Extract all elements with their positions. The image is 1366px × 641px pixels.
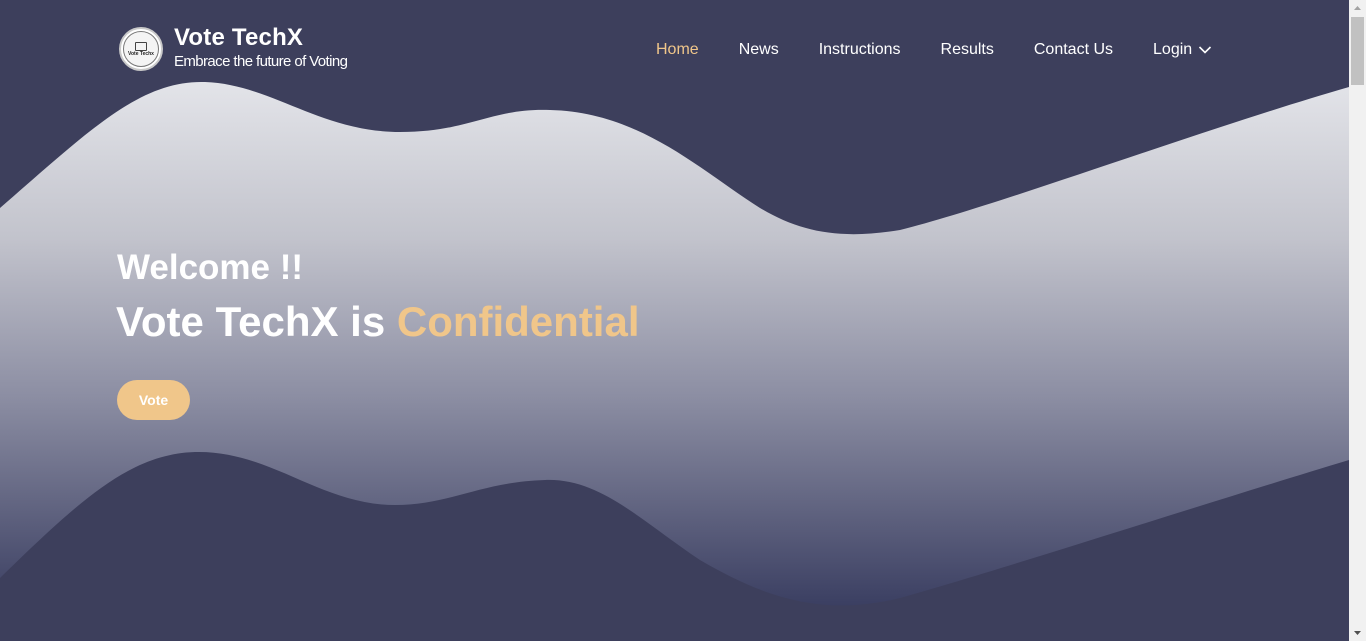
viewport: Vote Techx Vote TechX Embrace the future… [0,0,1349,641]
brand-text: Vote TechX Embrace the future of Voting [174,24,348,72]
scrollbar-thumb[interactable] [1351,17,1364,85]
scroll-down-arrow-icon[interactable] [1349,624,1366,641]
nav-contact-us[interactable]: Contact Us [1034,40,1113,60]
hero-title-accent: Confidential [396,298,640,345]
nav-login[interactable]: Login [1153,40,1212,60]
page: Vote Techx Vote TechX Embrace the future… [0,0,1366,641]
main-nav: Home News Instructions Results Contact U… [656,40,1212,60]
vote-button[interactable]: Vote [117,380,190,420]
nav-news[interactable]: News [739,40,779,60]
hero-welcome: Welcome !! [117,248,304,287]
logo-text: Vote Techx [128,50,154,57]
nav-results[interactable]: Results [941,40,994,60]
brand[interactable]: Vote Techx Vote TechX Embrace the future… [119,24,348,72]
logo[interactable]: Vote Techx [119,27,163,71]
vertical-scrollbar[interactable] [1349,0,1366,641]
brand-subtitle: Embrace the future of Voting [174,53,348,70]
hero-title: Vote TechX is Confidential [116,297,640,347]
ballot-box-icon [135,41,147,51]
hero-title-prefix: Vote TechX is [116,298,397,345]
nav-login-label: Login [1153,41,1193,58]
logo-badge: Vote Techx [123,31,159,67]
nav-home[interactable]: Home [656,40,699,60]
scroll-up-arrow-icon[interactable] [1349,0,1366,17]
nav-instructions[interactable]: Instructions [819,40,901,60]
chevron-down-icon [1199,46,1212,54]
brand-title: Vote TechX [174,24,304,51]
